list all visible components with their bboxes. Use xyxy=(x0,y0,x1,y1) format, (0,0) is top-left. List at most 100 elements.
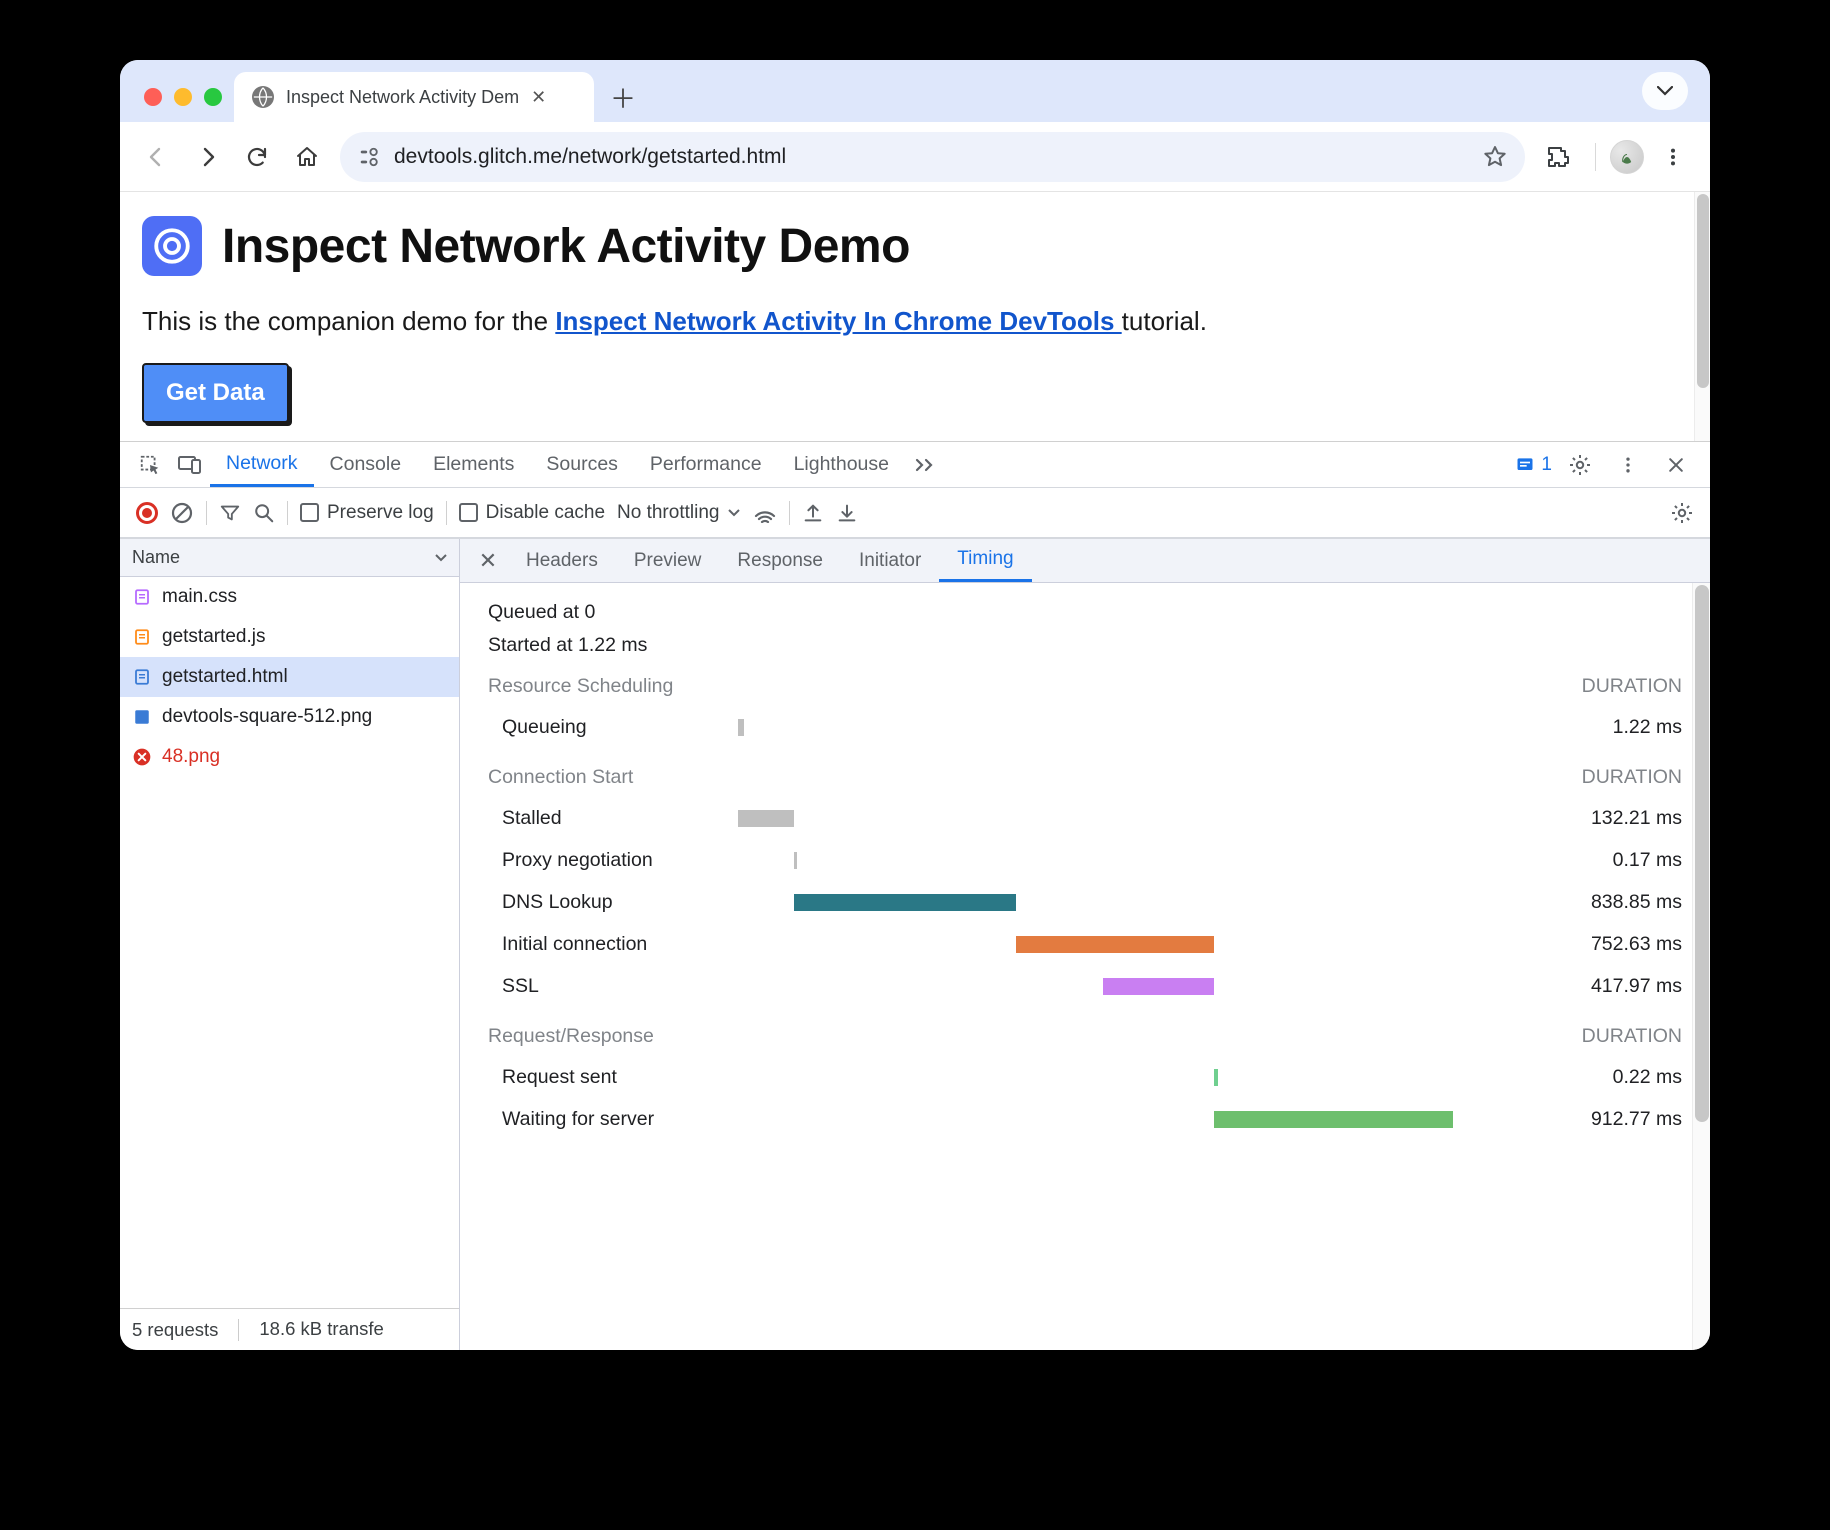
get-data-button[interactable]: Get Data xyxy=(142,363,289,423)
devtools-tab-elements[interactable]: Elements xyxy=(417,442,530,487)
detail-tab-preview[interactable]: Preview xyxy=(616,539,720,582)
search-icon[interactable] xyxy=(253,502,275,524)
issues-count: 1 xyxy=(1541,454,1552,476)
throttling-select[interactable]: No throttling xyxy=(617,502,741,524)
browser-menu-button[interactable] xyxy=(1650,134,1696,180)
file-icon xyxy=(132,627,152,647)
devtools-tab-performance[interactable]: Performance xyxy=(634,442,778,487)
timing-duration: 132.21 ms xyxy=(1532,807,1682,830)
timing-label: Queueing xyxy=(488,716,738,739)
throttling-value: No throttling xyxy=(617,502,719,524)
extensions-button[interactable] xyxy=(1535,134,1581,180)
home-button[interactable] xyxy=(284,134,330,180)
globe-icon xyxy=(252,86,274,108)
timing-duration: 1.22 ms xyxy=(1532,716,1682,739)
devtools-tab-console[interactable]: Console xyxy=(314,442,418,487)
devtools-tab-network[interactable]: Network xyxy=(210,442,314,487)
timing-label: Stalled xyxy=(488,807,738,830)
devtools-menu-icon[interactable] xyxy=(1608,455,1648,475)
timing-duration: 417.97 ms xyxy=(1532,975,1682,998)
timing-bar xyxy=(1103,978,1214,995)
detail-tab-headers[interactable]: Headers xyxy=(508,539,616,582)
timing-bar xyxy=(1016,936,1215,953)
devtools-close-icon[interactable] xyxy=(1656,455,1696,475)
request-row[interactable]: getstarted.js xyxy=(120,617,459,657)
disable-cache-checkbox[interactable]: Disable cache xyxy=(459,502,605,524)
tutorial-link[interactable]: Inspect Network Activity In Chrome DevTo… xyxy=(555,306,1121,336)
tab-strip: Inspect Network Activity Dem ✕ ＋ xyxy=(120,60,1710,122)
page-content: Inspect Network Activity Demo This is th… xyxy=(120,192,1710,441)
profile-avatar[interactable] xyxy=(1610,140,1644,174)
detail-tabs: ✕ HeadersPreviewResponseInitiatorTiming xyxy=(460,539,1710,583)
desc-suffix: tutorial. xyxy=(1122,306,1207,336)
download-har-icon[interactable] xyxy=(836,502,858,524)
inspect-element-icon[interactable] xyxy=(130,442,170,487)
timing-bar xyxy=(1214,1069,1218,1086)
request-row[interactable]: getstarted.html xyxy=(120,657,459,697)
preserve-log-checkbox[interactable]: Preserve log xyxy=(300,502,434,524)
detail-tab-response[interactable]: Response xyxy=(719,539,841,582)
site-settings-icon[interactable] xyxy=(358,146,380,168)
window-minimize-button[interactable] xyxy=(174,88,192,106)
device-toolbar-icon[interactable] xyxy=(170,442,210,487)
file-icon xyxy=(132,587,152,607)
forward-button[interactable] xyxy=(184,134,230,180)
browser-toolbar: devtools.glitch.me/network/getstarted.ht… xyxy=(120,122,1710,192)
devtools-tab-sources[interactable]: Sources xyxy=(530,442,634,487)
detail-tab-initiator[interactable]: Initiator xyxy=(841,539,939,582)
timing-label: Waiting for server xyxy=(488,1108,738,1131)
request-list: Name main.css getstarted.js getstarted.htm… xyxy=(120,539,460,1350)
timing-row: Initial connection752.63 ms xyxy=(488,923,1682,965)
upload-har-icon[interactable] xyxy=(802,502,824,524)
window-close-button[interactable] xyxy=(144,88,162,106)
address-bar[interactable]: devtools.glitch.me/network/getstarted.ht… xyxy=(340,132,1525,182)
page-scrollbar[interactable] xyxy=(1694,192,1710,441)
close-detail-button[interactable]: ✕ xyxy=(468,539,508,582)
issues-button[interactable]: 1 xyxy=(1515,454,1552,476)
preserve-log-label: Preserve log xyxy=(327,502,434,524)
request-name: getstarted.js xyxy=(162,626,266,648)
new-tab-button[interactable]: ＋ xyxy=(604,78,642,116)
transfer-size: 18.6 kB transfe xyxy=(238,1318,383,1341)
started-at: Started at 1.22 ms xyxy=(488,634,1682,657)
queued-at: Queued at 0 xyxy=(488,601,1682,624)
name-column-header: Name xyxy=(132,547,180,568)
window-maximize-button[interactable] xyxy=(204,88,222,106)
file-icon xyxy=(132,667,152,687)
filter-icon[interactable] xyxy=(219,502,241,524)
devtools-logo-icon xyxy=(142,216,202,276)
tab-close-button[interactable]: ✕ xyxy=(531,87,546,108)
request-row[interactable]: 48.png xyxy=(120,737,459,777)
more-tabs-button[interactable] xyxy=(905,442,945,487)
request-row[interactable]: main.css xyxy=(120,577,459,617)
timing-section-header: Resource SchedulingDURATION xyxy=(488,675,1682,698)
request-list-header[interactable]: Name xyxy=(120,539,459,577)
timing-label: Initial connection xyxy=(488,933,738,956)
devtools-tab-lighthouse[interactable]: Lighthouse xyxy=(778,442,905,487)
detail-tab-timing[interactable]: Timing xyxy=(939,539,1031,582)
request-name: main.css xyxy=(162,586,237,608)
page-description: This is the companion demo for the Inspe… xyxy=(142,306,1688,337)
timing-bar xyxy=(738,810,794,827)
browser-tab[interactable]: Inspect Network Activity Dem ✕ xyxy=(234,72,594,122)
network-settings-icon[interactable] xyxy=(1670,501,1694,525)
back-button[interactable] xyxy=(134,134,180,180)
devtools-tabbar: NetworkConsoleElementsSourcesPerformance… xyxy=(120,442,1710,488)
detail-scrollbar[interactable] xyxy=(1692,583,1710,1350)
record-button[interactable] xyxy=(136,502,158,524)
timing-duration: 912.77 ms xyxy=(1532,1108,1682,1131)
reload-button[interactable] xyxy=(234,134,280,180)
network-conditions-icon[interactable] xyxy=(753,503,777,523)
bookmark-star-icon[interactable] xyxy=(1483,145,1507,169)
requests-count: 5 requests xyxy=(132,1319,218,1341)
request-row[interactable]: devtools-square-512.png xyxy=(120,697,459,737)
window-controls xyxy=(132,88,234,122)
timing-body: Queued at 0 Started at 1.22 ms Resource … xyxy=(460,583,1710,1350)
timing-row: Request sent0.22 ms xyxy=(488,1056,1682,1098)
timing-duration: 0.17 ms xyxy=(1532,849,1682,872)
clear-button[interactable] xyxy=(170,501,194,525)
tab-search-button[interactable] xyxy=(1642,72,1688,110)
devtools-body: Name main.css getstarted.js getstarted.htm… xyxy=(120,538,1710,1350)
devtools-settings-icon[interactable] xyxy=(1560,453,1600,477)
timing-row: DNS Lookup838.85 ms xyxy=(488,881,1682,923)
